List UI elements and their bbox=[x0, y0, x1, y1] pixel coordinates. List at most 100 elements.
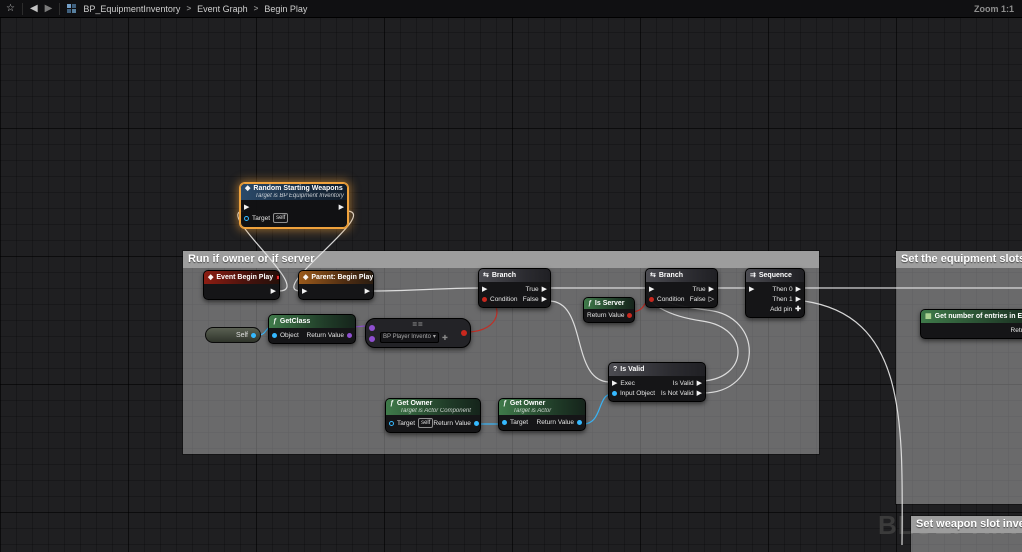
node-title: Event Begin Play bbox=[216, 274, 273, 281]
exec-in-pin[interactable]: ▶ bbox=[649, 286, 654, 293]
node-title: Is Valid bbox=[620, 366, 644, 373]
condition-pin[interactable] bbox=[649, 297, 654, 302]
node-title: Parent: Begin Play bbox=[311, 274, 373, 281]
node-get-num-entries[interactable]: ▦ Get number of entries in E_Equipme Ret… bbox=[920, 309, 1022, 339]
forward-button[interactable]: ▶ bbox=[45, 4, 53, 14]
node-event-begin-play[interactable]: ◆ Event Begin Play ▶ bbox=[203, 270, 280, 300]
node-header: ƒ GetClass bbox=[269, 315, 355, 328]
target-value-field[interactable]: self bbox=[273, 213, 288, 223]
node-is-server[interactable]: ƒ Is Server Return Value bbox=[583, 297, 635, 323]
add-pin-button[interactable]: ✚ bbox=[795, 305, 801, 313]
node-header: ⇆ Branch bbox=[479, 269, 550, 282]
node-get-owner-actor[interactable]: ƒ Get Owner Target is Actor Target Retur… bbox=[498, 398, 586, 431]
pin-label: Object bbox=[280, 332, 299, 339]
exec-in-pin[interactable]: ▶ bbox=[482, 286, 487, 293]
input-b-pin[interactable] bbox=[369, 336, 375, 342]
target-pin[interactable] bbox=[244, 216, 249, 221]
zoom-level-label: Zoom 1:1 bbox=[974, 4, 1016, 14]
breadcrumb-item-blueprint[interactable]: BP_EquipmentInventory bbox=[83, 4, 180, 14]
true-exec-pin[interactable]: ▶ bbox=[542, 286, 547, 293]
node-equal-class[interactable]: == BP Player Invento ▾ ✚ bbox=[365, 318, 471, 348]
breadcrumb-item-begin-play[interactable]: Begin Play bbox=[264, 4, 307, 14]
add-pin-icon[interactable]: ✚ bbox=[442, 334, 448, 342]
favorite-icon[interactable]: ☆ bbox=[6, 4, 15, 14]
return-value-pin[interactable] bbox=[627, 313, 632, 318]
exec-in-pin[interactable]: ▶ bbox=[749, 286, 754, 293]
exec-in-pin[interactable]: ▶ bbox=[302, 288, 307, 295]
function-icon: ƒ bbox=[588, 300, 592, 307]
node-is-valid[interactable]: ? Is Valid ▶ Exec Is Valid ▶ Input Objec… bbox=[608, 362, 706, 402]
pin-label: False bbox=[523, 296, 539, 303]
false-exec-pin[interactable]: ▷ bbox=[709, 296, 714, 303]
node-sequence[interactable]: ⇉ Sequence ▶ Then 0 ▶ Then 1 ▶ Add pin ✚ bbox=[745, 268, 805, 318]
chevron-right-icon: > bbox=[186, 4, 191, 13]
return-value-pin[interactable] bbox=[347, 333, 352, 338]
node-title: Branch bbox=[492, 272, 516, 279]
pin-label: Return Value bbox=[433, 420, 470, 427]
comment-set-weapon[interactable]: Set weapon slot inven bbox=[910, 515, 1022, 552]
event-icon: ◆ bbox=[303, 274, 308, 281]
pin-label: True bbox=[692, 286, 705, 293]
sequence-icon: ⇉ bbox=[750, 272, 756, 279]
node-get-owner-component[interactable]: ƒ Get Owner Target is Actor Component Ta… bbox=[385, 398, 481, 433]
condition-pin[interactable] bbox=[482, 297, 487, 302]
target-pin[interactable] bbox=[389, 421, 394, 426]
function-icon: ƒ bbox=[273, 318, 277, 325]
true-exec-pin[interactable]: ▶ bbox=[709, 286, 714, 293]
target-value-field[interactable]: self bbox=[418, 418, 433, 428]
false-exec-pin[interactable]: ▶ bbox=[542, 296, 547, 303]
comment-set-equipment[interactable]: Set the equipment slots i bbox=[895, 250, 1022, 505]
object-pin[interactable] bbox=[272, 333, 277, 338]
node-subtitle: Target is Actor bbox=[503, 408, 551, 414]
node-title: GetClass bbox=[280, 318, 310, 325]
override-indicator bbox=[276, 275, 279, 280]
divider bbox=[59, 3, 60, 15]
pin-label: Target bbox=[252, 215, 270, 222]
comment-title[interactable]: Set weapon slot inven bbox=[911, 516, 1022, 533]
is-valid-exec-pin[interactable]: ▶ bbox=[697, 380, 702, 387]
exec-out-pin[interactable]: ▶ bbox=[271, 288, 276, 295]
node-header: ◆ Random Starting Weapons Target is BP E… bbox=[241, 184, 347, 200]
target-pin[interactable] bbox=[502, 420, 507, 425]
node-title: Get number of entries in E_Equipme bbox=[935, 313, 1022, 320]
breadcrumb-item-event-graph[interactable]: Event Graph bbox=[197, 4, 248, 14]
node-header: ◆ Event Begin Play bbox=[204, 271, 279, 284]
return-value-pin[interactable] bbox=[577, 420, 582, 425]
comment-title[interactable]: Set the equipment slots i bbox=[896, 251, 1022, 268]
then0-exec-pin[interactable]: ▶ bbox=[796, 286, 801, 293]
event-icon: ◆ bbox=[245, 185, 250, 192]
pin-label: Condition bbox=[490, 296, 517, 303]
exec-in-pin[interactable]: ▶ bbox=[612, 380, 617, 387]
node-header: ▦ Get number of entries in E_Equipme bbox=[921, 310, 1022, 323]
pin-label: False bbox=[690, 296, 706, 303]
input-object-pin[interactable] bbox=[612, 391, 617, 396]
self-out-pin[interactable] bbox=[251, 333, 256, 338]
result-pin[interactable] bbox=[461, 330, 467, 336]
exec-out-pin[interactable]: ▶ bbox=[365, 288, 370, 295]
node-get-class[interactable]: ƒ GetClass Object Return Value bbox=[268, 314, 356, 344]
then1-exec-pin[interactable]: ▶ bbox=[796, 296, 801, 303]
node-random-starting-weapons[interactable]: ◆ Random Starting Weapons Target is BP E… bbox=[240, 183, 348, 228]
node-self[interactable]: Self bbox=[205, 327, 261, 343]
pin-label: Exec bbox=[620, 380, 634, 387]
comment-title[interactable]: Run if owner or if server bbox=[183, 251, 819, 268]
pin-label: Target bbox=[397, 420, 415, 427]
node-subtitle: Target is BP Equipment Inventory bbox=[245, 193, 344, 199]
exec-in-pin[interactable]: ▶ bbox=[244, 204, 249, 211]
return-value-pin[interactable] bbox=[474, 421, 479, 426]
chevron-right-icon: > bbox=[254, 4, 259, 13]
node-header: ⇉ Sequence bbox=[746, 269, 804, 282]
exec-out-pin[interactable]: ▶ bbox=[339, 204, 344, 211]
class-dropdown[interactable]: BP Player Invento ▾ bbox=[380, 332, 439, 343]
node-branch-1[interactable]: ⇆ Branch ▶ True ▶ Condition False ▶ bbox=[478, 268, 551, 308]
branch-icon: ⇆ bbox=[483, 272, 489, 279]
node-parent-begin-play[interactable]: ◆ Parent: Begin Play ▶ ▶ bbox=[298, 270, 374, 300]
class-dropdown-value: BP Player Invento bbox=[383, 333, 431, 342]
equal-operator: == bbox=[366, 321, 470, 329]
pin-label: Return Value bbox=[537, 419, 574, 426]
input-a-pin[interactable] bbox=[369, 325, 375, 331]
is-not-valid-exec-pin[interactable]: ▶ bbox=[697, 390, 702, 397]
back-button[interactable]: ◀ bbox=[30, 4, 38, 14]
node-branch-2[interactable]: ⇆ Branch ▶ True ▶ Condition False ▷ bbox=[645, 268, 718, 308]
node-header: ƒ Get Owner Target is Actor Component bbox=[386, 399, 480, 415]
